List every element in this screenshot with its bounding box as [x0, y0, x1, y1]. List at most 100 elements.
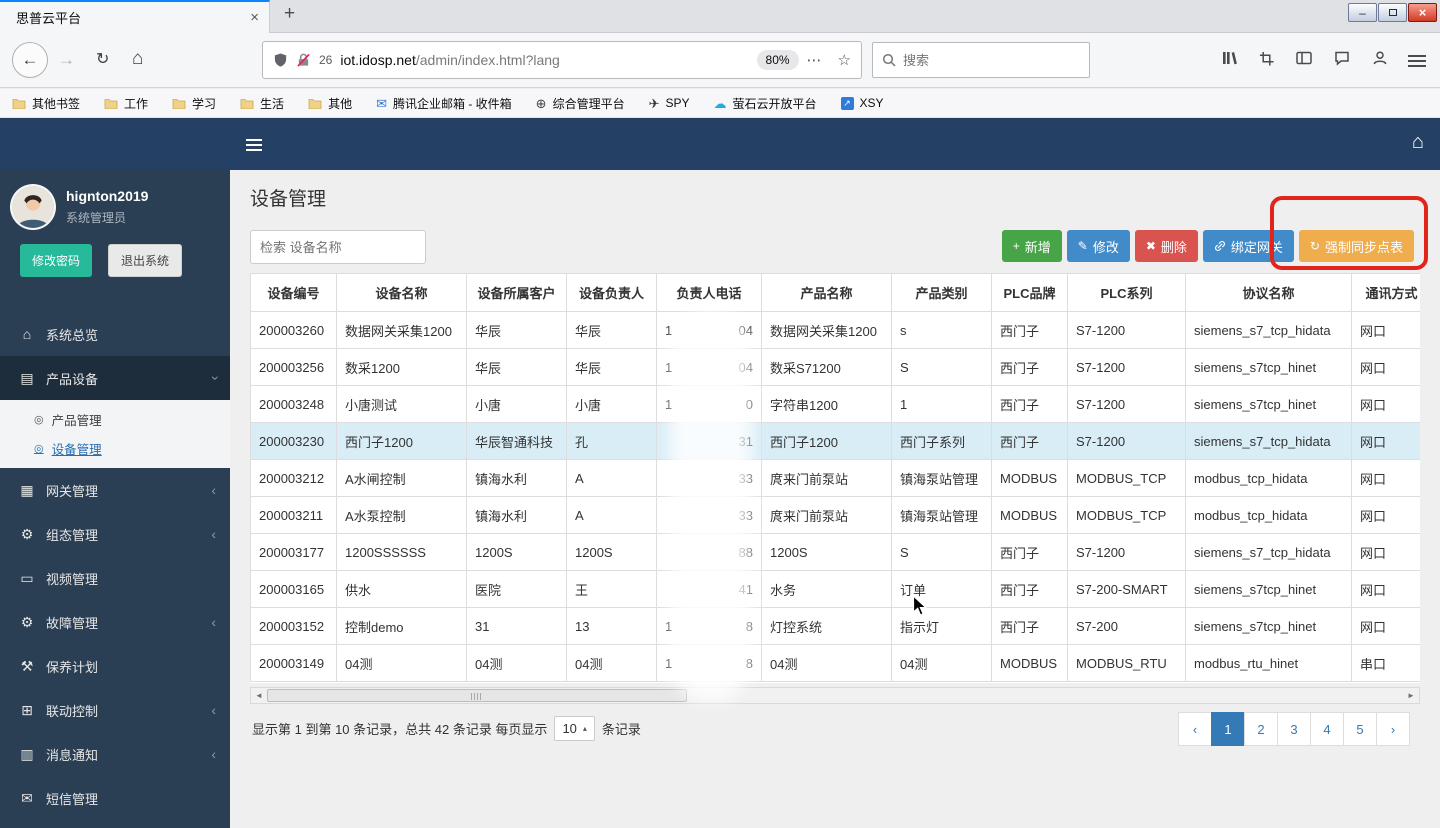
page-number[interactable]: 4: [1310, 712, 1344, 746]
scroll-left-icon[interactable]: ◄: [251, 691, 267, 700]
force-sync-button[interactable]: ↻ 强制同步点表: [1299, 230, 1414, 262]
page-actions-icon[interactable]: ⋯: [807, 51, 822, 69]
menu-icon[interactable]: [1408, 52, 1426, 70]
search-input[interactable]: [903, 53, 1080, 68]
scroll-right-icon[interactable]: ►: [1403, 691, 1419, 700]
bookmark-folder-life[interactable]: 生活: [240, 95, 284, 112]
change-password-button[interactable]: 修改密码: [20, 244, 92, 277]
sidebar-item-fault[interactable]: ⚙ 故障管理 ‹: [0, 600, 230, 644]
col-category[interactable]: 产品类别: [892, 274, 992, 312]
device-row[interactable]: 200003212 A水闸控制 镇海水利 A 33 庹来门前泵站 镇海泵站管理 …: [251, 460, 1421, 497]
bookmark-folder-work[interactable]: 工作: [104, 95, 148, 112]
page-number[interactable]: 3: [1277, 712, 1311, 746]
device-row[interactable]: 200003152 控制demo 31 13 18 灯控系统 指示灯 西门子 S…: [251, 608, 1421, 645]
col-product[interactable]: 产品名称: [762, 274, 892, 312]
device-row[interactable]: 200003177 1200SSSSSS 1200S 1200S 88 1200…: [251, 534, 1421, 571]
device-row[interactable]: 200003211 A水泵控制 镇海水利 A 33 庹来门前泵站 镇海泵站管理 …: [251, 497, 1421, 534]
bookmark-xsy[interactable]: ↗ XSY: [841, 96, 884, 110]
back-icon: ←: [22, 50, 39, 70]
device-row[interactable]: 200003230 西门子1200 华辰智通科技 孔 31 西门子1200 西门…: [251, 423, 1421, 460]
app-home-icon[interactable]: ⌂: [1412, 131, 1424, 154]
bookmark-folder-other-bookmarks[interactable]: 其他书签: [12, 95, 80, 112]
per-page-select[interactable]: 10 ▴: [554, 716, 594, 741]
col-protocol[interactable]: 协议名称: [1186, 274, 1352, 312]
sidebar-item-product-device[interactable]: ▤ 产品设备 ‹: [0, 356, 230, 400]
url-path: /admin/index.html?lang: [416, 52, 560, 68]
col-device-name[interactable]: 设备名称: [337, 274, 467, 312]
bookmark-mgmt-platform[interactable]: ⊕ 综合管理平台: [536, 95, 625, 112]
pager-next[interactable]: ›: [1376, 712, 1410, 746]
bookmark-ezviz[interactable]: ☁ 萤石云开放平台: [714, 95, 817, 112]
sidebar-item-linkage[interactable]: ⊞ 联动控制 ‹: [0, 688, 230, 732]
pager-prev[interactable]: ‹: [1178, 712, 1212, 746]
search-bar[interactable]: [872, 42, 1090, 78]
zoom-indicator[interactable]: 80%: [757, 50, 799, 70]
reload-button[interactable]: ↻: [96, 47, 109, 73]
col-comm[interactable]: 通讯方式: [1352, 274, 1421, 312]
bookmark-spy[interactable]: ✈ SPY: [649, 96, 690, 110]
col-device-id[interactable]: 设备编号: [251, 274, 337, 312]
screenshot-icon[interactable]: [1259, 51, 1274, 66]
bookmark-folder-misc[interactable]: 其他: [308, 95, 352, 112]
logout-button[interactable]: 退出系统: [108, 244, 182, 277]
edit-button[interactable]: ✎ 修改: [1067, 230, 1130, 262]
cell-plc-series: MODBUS_TCP: [1068, 460, 1186, 497]
horizontal-scrollbar[interactable]: ◄ ►: [250, 687, 1420, 704]
new-tab-button[interactable]: +: [284, 3, 295, 25]
device-search-input[interactable]: [250, 230, 426, 264]
device-row[interactable]: 200003248 小唐测试 小唐 小唐 10 字符串1200 1 西门子 S7…: [251, 386, 1421, 423]
tab-close-icon[interactable]: ×: [250, 9, 259, 26]
permissions-badge[interactable]: 26: [319, 53, 332, 67]
device-row[interactable]: 200003256 数采1200 华辰 华辰 104 数采S71200 S 西门…: [251, 349, 1421, 386]
bookmark-tencent-mail[interactable]: ✉ 腾讯企业邮箱 - 收件箱: [376, 95, 512, 112]
device-row[interactable]: 200003260 数据网关采集1200 华辰 华辰 104 数据网关采集120…: [251, 312, 1421, 349]
url-bar[interactable]: 26 iot.idosp.net/admin/index.html?lang 8…: [262, 41, 862, 79]
browser-home-button[interactable]: ⌂: [132, 45, 143, 73]
sidebar-subitem-device-mgmt[interactable]: ◎ 设备管理: [0, 434, 230, 463]
cell-phone: 18: [657, 608, 762, 645]
cell-customer: 镇海水利: [467, 460, 567, 497]
device-row[interactable]: 200003165 供水 医院 王 41 水务 订单 西门子 S7-200-SM…: [251, 571, 1421, 608]
scrollbar-thumb[interactable]: [267, 689, 687, 702]
back-button[interactable]: ←: [12, 42, 48, 78]
page-number[interactable]: 2: [1244, 712, 1278, 746]
sidebar-item-partial[interactable]: ▤: [0, 820, 230, 828]
bind-gateway-button[interactable]: 绑定网关: [1203, 230, 1294, 262]
bookmark-folder-study[interactable]: 学习: [172, 95, 216, 112]
sidebar-item-video[interactable]: ▭ 视频管理: [0, 556, 230, 600]
page-number[interactable]: 5: [1343, 712, 1377, 746]
sidebar-item-maintenance[interactable]: ⚒ 保养计划: [0, 644, 230, 688]
chat-icon[interactable]: [1334, 50, 1350, 66]
minimize-button[interactable]: –: [1348, 3, 1377, 22]
device-row[interactable]: 200003149 04测 04测 04测 18 04测 04测 MODBUS …: [251, 645, 1421, 682]
sidebar-item-scada[interactable]: ⚙ 组态管理 ‹: [0, 512, 230, 556]
restore-button[interactable]: [1378, 3, 1407, 22]
delete-button[interactable]: ✖ 删除: [1135, 230, 1198, 262]
col-plc-brand[interactable]: PLC品牌: [992, 274, 1068, 312]
add-button[interactable]: + 新增: [1002, 230, 1062, 262]
url-text[interactable]: iot.idosp.net/admin/index.html?lang: [340, 52, 559, 68]
forward-button[interactable]: →: [58, 47, 75, 73]
browser-tab[interactable]: 思普云平台 ×: [0, 0, 270, 33]
col-plc-series[interactable]: PLC系列: [1068, 274, 1186, 312]
col-owner[interactable]: 设备负责人: [567, 274, 657, 312]
sidebar-subitem-product-mgmt[interactable]: ◎ 产品管理: [0, 405, 230, 434]
cloud-icon: ☁: [714, 97, 727, 110]
close-button[interactable]: ×: [1408, 3, 1437, 22]
sidebar-item-notification[interactable]: ▥ 消息通知 ‹: [0, 732, 230, 776]
account-icon[interactable]: [1372, 50, 1388, 66]
shield-icon[interactable]: [273, 52, 288, 68]
sidebar-panel-icon[interactable]: [1296, 50, 1312, 66]
col-phone[interactable]: 负责人电话: [657, 274, 762, 312]
col-customer[interactable]: 设备所属客户: [467, 274, 567, 312]
bookmark-star-icon[interactable]: ☆: [838, 51, 851, 69]
xsy-icon: ↗: [841, 97, 854, 110]
sidebar-item-gateway[interactable]: ▦ 网关管理 ‹: [0, 468, 230, 512]
insecure-lock-icon[interactable]: [296, 52, 311, 68]
sidebar-item-overview[interactable]: ⌂ 系统总览: [0, 312, 230, 356]
sidebar-toggle-icon[interactable]: [246, 136, 262, 154]
sidebar-item-sms[interactable]: ✉ 短信管理: [0, 776, 230, 820]
library-icon[interactable]: [1221, 50, 1237, 66]
cell-device-id: 200003165: [251, 571, 337, 608]
page-number[interactable]: 1: [1211, 712, 1245, 746]
